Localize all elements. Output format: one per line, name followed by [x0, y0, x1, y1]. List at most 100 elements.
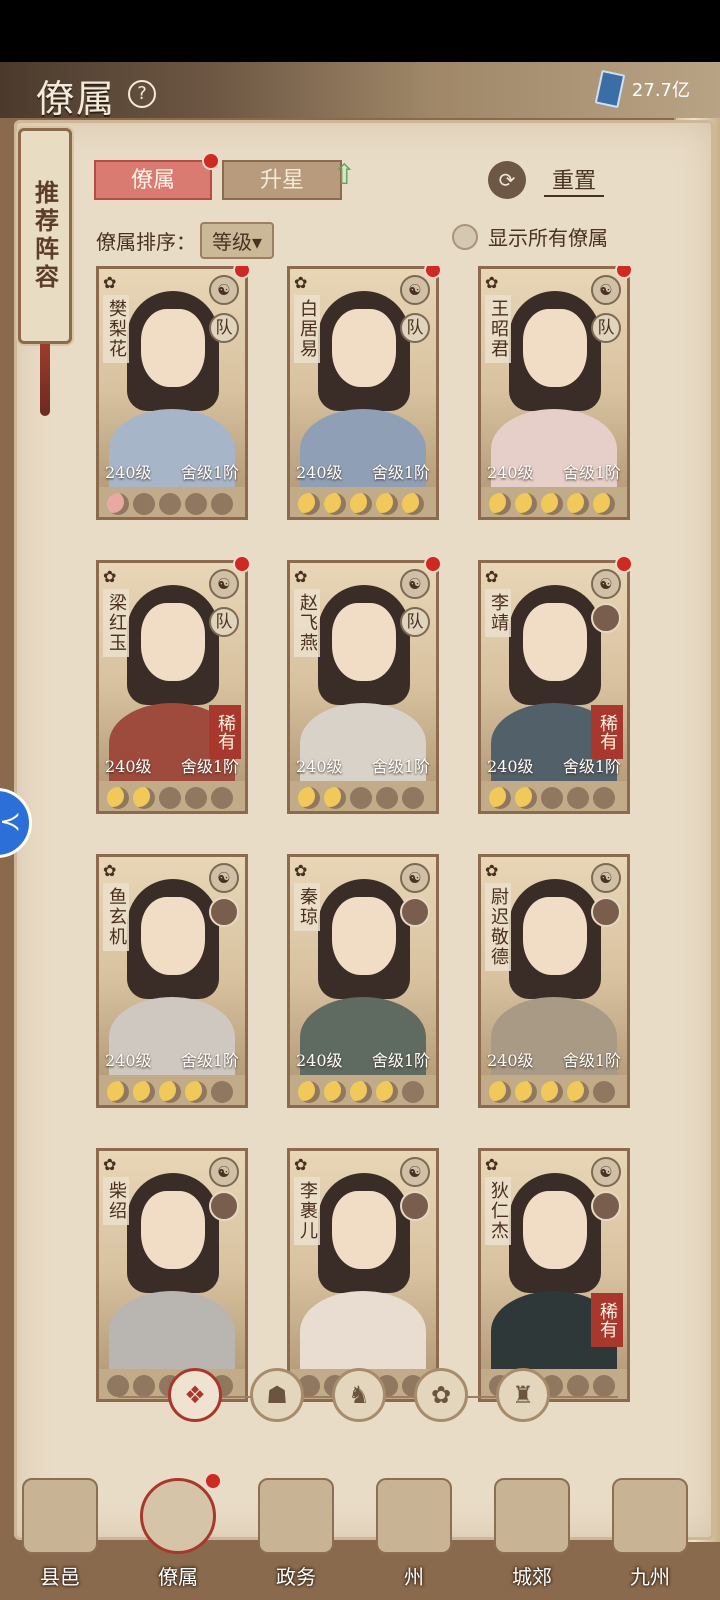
show-all-radio[interactable]: [452, 223, 478, 250]
retainer-card[interactable]: ✿ 李靖 ☯ 240级 舍级1阶 稀有: [478, 555, 633, 814]
retainer-card[interactable]: ✿ 尉迟敬德 ☯ 240级 舍级1阶: [478, 854, 630, 1108]
retainer-card[interactable]: ✿ 秦琼 ☯ 240级 舍级1阶: [287, 854, 439, 1108]
retainer-stats: 240级 舍级1阶: [99, 459, 245, 485]
star-moon-icon: [159, 787, 181, 809]
currency-value: 27.7亿: [631, 80, 690, 101]
star-moon-icon: [133, 1081, 155, 1103]
notification-dot: [202, 152, 220, 170]
retainer-level: 240级: [487, 463, 534, 482]
team-badge: 队: [400, 313, 430, 343]
retainer-name: 王昭君: [485, 295, 511, 363]
show-all-toggle[interactable]: 显示所有僚属: [452, 222, 608, 251]
retainer-card[interactable]: ✿ 李裹儿 ☯: [287, 1148, 439, 1402]
retainer-card[interactable]: ✿ 鱼玄机 ☯ 240级 舍级1阶: [96, 854, 248, 1108]
role-icon: ☯: [591, 1157, 621, 1187]
retainer-card[interactable]: ✿ 梁红玉 ☯ 240级 舍级1阶 队稀有: [96, 555, 251, 814]
star-moon-icon: [376, 787, 398, 809]
portrait-face: [141, 309, 205, 387]
role-icon: ☯: [591, 569, 621, 599]
title-bar: 僚属 ? 27.7亿: [0, 62, 720, 121]
fan-icon: ✿: [294, 273, 308, 292]
star-moon-icon: [107, 1081, 129, 1103]
retainer-card[interactable]: ✿ 狄仁杰 ☯ 稀有: [478, 1148, 630, 1402]
star-moon-icon: [515, 493, 537, 515]
retainer-level: 240级: [296, 1051, 343, 1070]
star-moon-icon: [402, 1081, 424, 1103]
role-icon: ☯: [209, 1157, 239, 1187]
retainer-stats: 240级 舍级1阶: [290, 459, 436, 485]
retainer-card[interactable]: ✿ 樊梨花 ☯ 240级 舍级1阶 队: [96, 266, 251, 520]
fan-icon: ✿: [485, 567, 499, 586]
portrait-face: [523, 1191, 587, 1269]
retainer-name: 梁红玉: [103, 589, 129, 657]
star-row: [489, 1081, 615, 1103]
nav-label: 州: [404, 1565, 424, 1589]
retainer-name: 柴绍: [103, 1177, 129, 1225]
filter-button[interactable]: ♞: [332, 1368, 386, 1422]
team-badge: 队: [209, 607, 239, 637]
nav-item[interactable]: 州: [364, 1472, 464, 1600]
role-icon: ☯: [400, 275, 430, 305]
retainer-card[interactable]: ✿ 赵飞燕 ☯ 240级 舍级1阶 队: [287, 555, 442, 814]
retainer-card[interactable]: ✿ 柴绍 ☯: [96, 1148, 248, 1402]
star-moon-icon: [489, 493, 511, 515]
retainer-stats: 240级 舍级1阶: [481, 1047, 627, 1073]
filter-button[interactable]: ❖: [168, 1368, 222, 1422]
recommend-lineup-button[interactable]: 推荐阵容: [18, 128, 72, 344]
retainer-name: 狄仁杰: [485, 1177, 511, 1245]
star-moon-icon: [515, 1081, 537, 1103]
nav-item[interactable]: 县邑: [10, 1472, 110, 1600]
role-icon: ☯: [209, 863, 239, 893]
help-icon[interactable]: ?: [128, 80, 156, 108]
nav-building-icon: [376, 1478, 452, 1554]
retainer-name: 李靖: [485, 589, 511, 637]
nav-label: 九州: [630, 1565, 670, 1589]
fan-icon: ✿: [294, 1155, 308, 1174]
bottom-nav: 县邑 僚属 政务 州 城郊 九州: [0, 1472, 720, 1600]
nav-item[interactable]: 九州: [600, 1472, 700, 1600]
tab-retainers[interactable]: 僚属: [94, 152, 220, 200]
nav-label: 僚属: [158, 1565, 198, 1589]
fan-icon: ✿: [485, 273, 499, 292]
star-moon-icon: [298, 787, 320, 809]
role-icon: ☯: [591, 863, 621, 893]
nav-item[interactable]: 僚属: [128, 1472, 228, 1600]
tab-star-up[interactable]: 升星 ⇧: [222, 158, 356, 200]
retainer-house-level: 舍级1阶: [562, 463, 621, 482]
star-moon-icon: [211, 787, 233, 809]
star-moon-icon: [298, 493, 320, 515]
nav-item[interactable]: 城郊: [482, 1472, 582, 1600]
filter-button[interactable]: ☗: [250, 1368, 304, 1422]
nav-label: 政务: [276, 1565, 316, 1589]
retainer-level: 240级: [487, 757, 534, 776]
retainer-card[interactable]: ✿ 白居易 ☯ 240级 舍级1阶 队: [287, 266, 442, 520]
nav-label: 城郊: [512, 1565, 552, 1589]
star-row: [298, 493, 424, 515]
notification-dot: [204, 1472, 222, 1490]
star-moon-icon: [324, 493, 346, 515]
reset-button[interactable]: ⟳ 重置: [488, 158, 628, 202]
role-icon: ☯: [400, 863, 430, 893]
filter-button[interactable]: ♜: [496, 1368, 550, 1422]
currency-display[interactable]: 27.7亿: [594, 69, 690, 109]
tab-bar: 僚属 升星 ⇧: [94, 152, 356, 200]
retainer-card[interactable]: ✿ 王昭君 ☯ 240级 舍级1阶 队: [478, 266, 633, 520]
nav-building-icon: [612, 1478, 688, 1554]
nav-item[interactable]: 政务: [246, 1472, 346, 1600]
star-moon-icon: [376, 493, 398, 515]
portrait-face: [523, 309, 587, 387]
retainer-level: 240级: [296, 757, 343, 776]
status-bar: [0, 0, 720, 62]
star-moon-icon: [567, 787, 589, 809]
tassel-decoration: [40, 344, 50, 416]
sort-dropdown[interactable]: 等级▾: [200, 222, 275, 259]
filter-button[interactable]: ✿: [414, 1368, 468, 1422]
star-row: [489, 787, 615, 809]
star-moon-icon: [350, 493, 372, 515]
retainer-stats: [99, 1341, 245, 1367]
portrait-face: [141, 1191, 205, 1269]
star-moon-icon: [324, 787, 346, 809]
star-moon-icon: [489, 1081, 511, 1103]
retainer-name: 秦琼: [294, 883, 320, 931]
role-icon: ☯: [400, 569, 430, 599]
